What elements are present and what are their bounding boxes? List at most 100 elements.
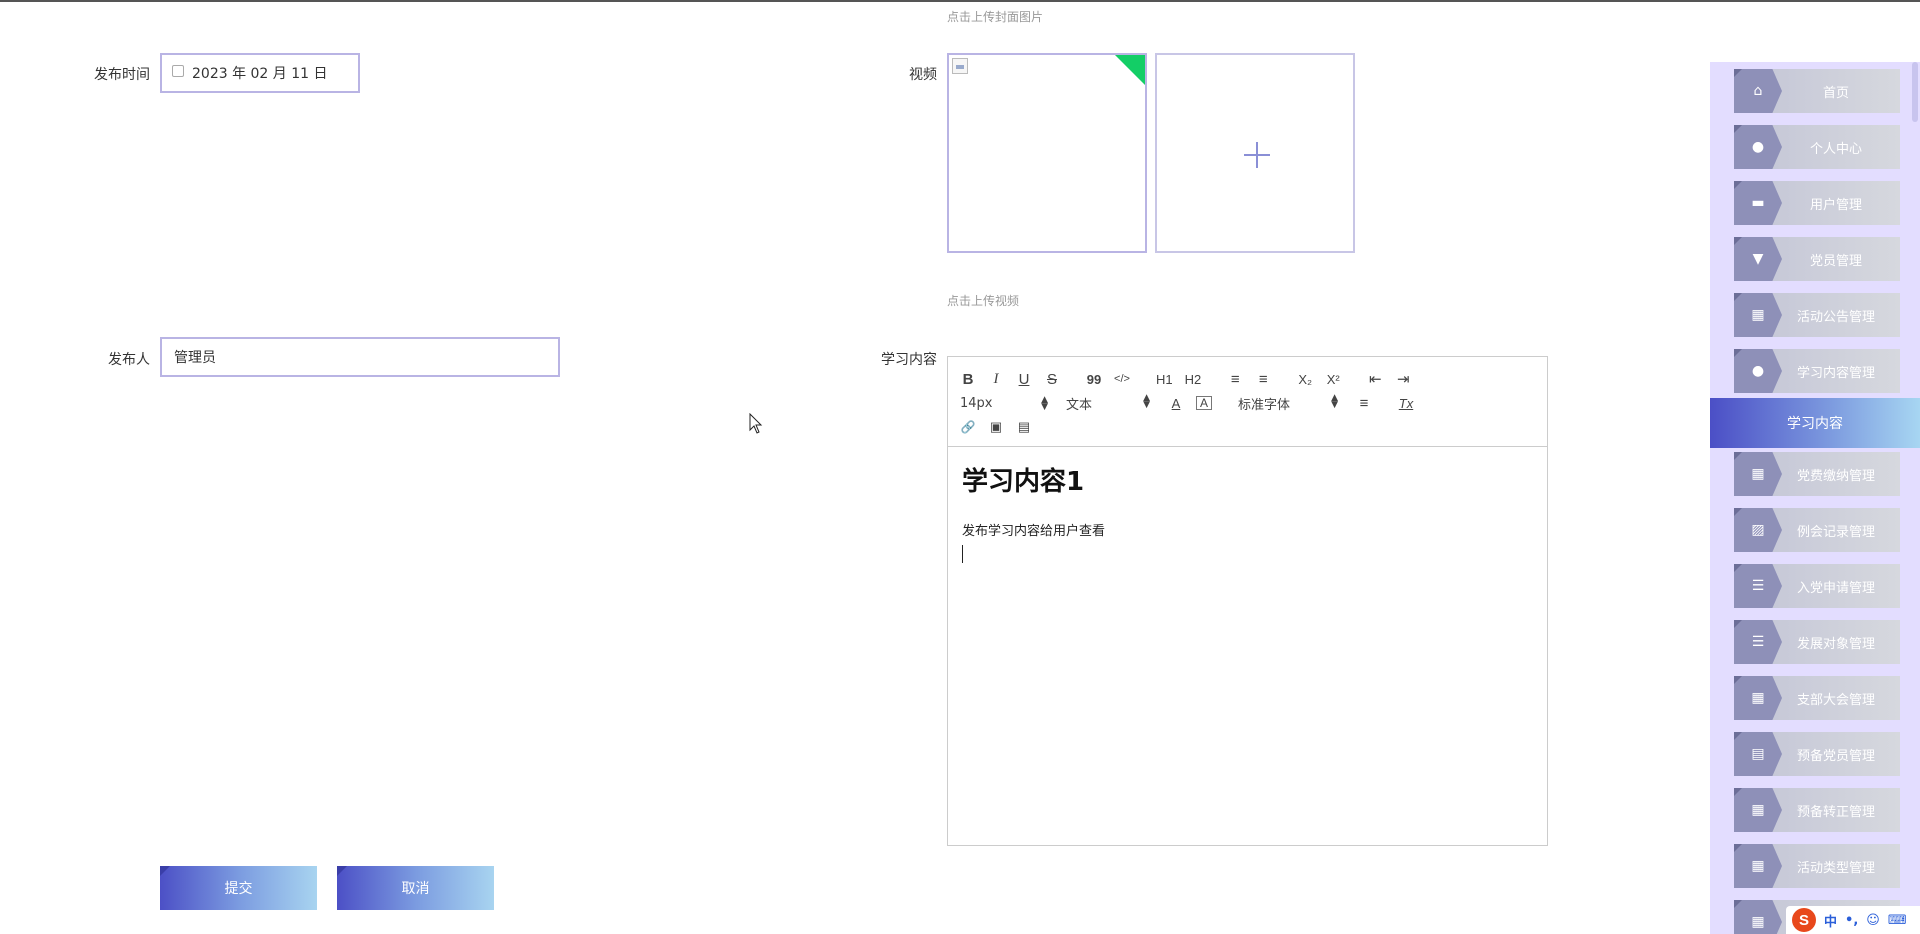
grid-icon: ▦ <box>1751 307 1765 323</box>
font-family-select[interactable]: 标准字体 ▲ ▼ <box>1238 392 1338 413</box>
sidebar-item-label: 个人中心 <box>1809 141 1862 157</box>
rich-text-editor[interactable]: B I U S 99 </> H1 H2 ≡ ≡ X₂ X² ⇤ ⇥ 14px ▲… <box>947 356 1548 846</box>
ime-emoji-icon[interactable]: ☺ <box>1866 913 1880 928</box>
bold-button[interactable]: B <box>960 371 976 388</box>
ime-toolbar[interactable]: S 中 •, ☺ ⌨ <box>1786 906 1920 934</box>
blockquote-button[interactable]: 99 <box>1086 372 1102 387</box>
sidebar-item[interactable]: ▦ 党费缴纳管理 <box>1734 452 1900 496</box>
submit-button[interactable]: 提交 <box>160 866 317 910</box>
sidebar-item[interactable]: ▨ 例会记录管理 <box>1734 508 1900 552</box>
content-label: 学习内容 <box>881 352 937 368</box>
font-family-value: 标准字体 <box>1238 397 1291 413</box>
sidebar-icon-wrap: ☰ <box>1734 620 1782 664</box>
link-button[interactable]: 🔗 <box>960 420 976 434</box>
editor-content[interactable]: 学习内容1 发布学习内容给用户查看 <box>948 447 1547 577</box>
content-heading: 学习内容1 <box>962 467 1085 497</box>
sidebar-item[interactable]: ☰ 入党申请管理 <box>1734 564 1900 608</box>
home-icon: ⌂ <box>1753 83 1763 99</box>
publish-time-value: 2023 年 02 月 11 日 <box>192 66 328 82</box>
sidebar-item[interactable]: ▤ 预备党员管理 <box>1734 732 1900 776</box>
cover-upload-hint: 点击上传封面图片 <box>947 10 1044 24</box>
editor-toolbar: B I U S 99 </> H1 H2 ≡ ≡ X₂ X² ⇤ ⇥ 14px ▲… <box>948 357 1547 447</box>
sidebar-item-label: 党费缴纳管理 <box>1796 468 1875 484</box>
h2-button[interactable]: H2 <box>1185 372 1202 387</box>
select-arrows-icon: ▲ ▼ <box>1041 394 1048 412</box>
sidebar-scrollbar[interactable] <box>1910 62 1920 934</box>
sidebar-item[interactable]: ☰ 发展对象管理 <box>1734 620 1900 664</box>
h1-button[interactable]: H1 <box>1156 372 1173 387</box>
text-color-button[interactable]: A <box>1168 396 1184 411</box>
select-arrows-icon: ▲ ▼ <box>1143 392 1150 410</box>
bullet-list-button[interactable]: ≡ <box>1255 371 1271 388</box>
text-style-select[interactable]: 文本 ▲ ▼ <box>1066 392 1150 413</box>
sidebar-item-label: 发展对象管理 <box>1796 636 1875 652</box>
video-upload-hint: 点击上传视频 <box>947 294 1020 308</box>
sidebar-item[interactable]: ⌂ 首页 <box>1734 69 1900 113</box>
sidebar-icon-wrap: ▦ <box>1734 844 1782 888</box>
publish-time-picker[interactable]: 2023 年 02 月 11 日 <box>160 53 360 93</box>
video-upload-button[interactable] <box>1155 53 1355 253</box>
sidebar-item[interactable]: ▦ 活动公告管理 <box>1734 293 1900 337</box>
sidebar-item-label: 学习内容管理 <box>1796 365 1875 381</box>
video-preview[interactable] <box>947 53 1147 253</box>
sidebar-icon-wrap: ☰ <box>1734 564 1782 608</box>
align-button[interactable]: ≡ <box>1356 395 1372 412</box>
sidebar-item-label: 预备党员管理 <box>1796 748 1875 764</box>
subscript-button[interactable]: X₂ <box>1297 372 1313 387</box>
sidebar-item-active[interactable]: 学习内容 <box>1710 398 1920 448</box>
clipboard-icon: ▤ <box>1751 746 1765 762</box>
indent-button[interactable]: ⇥ <box>1395 370 1411 388</box>
outdent-button[interactable]: ⇤ <box>1367 370 1383 388</box>
content-paragraph: 发布学习内容给用户查看 <box>962 524 1106 539</box>
cancel-button[interactable]: 取消 <box>337 866 494 910</box>
sidebar-icon-wrap: ⌂ <box>1734 69 1782 113</box>
sidebar-icon-wrap: ▦ <box>1734 452 1782 496</box>
ime-punctuation-toggle[interactable]: •, <box>1845 913 1858 928</box>
sidebar-item[interactable]: ▦ 支部大会管理 <box>1734 676 1900 720</box>
strike-button[interactable]: S <box>1044 371 1060 388</box>
superscript-button[interactable]: X² <box>1325 372 1341 387</box>
grid-icon: ▦ <box>1751 914 1765 930</box>
sidebar-icon-wrap: ▬ <box>1734 181 1782 225</box>
sidebar-icon-wrap: ▦ <box>1734 900 1782 934</box>
sidebar-item[interactable]: ▦ 活动类型管理 <box>1734 844 1900 888</box>
underline-button[interactable]: U <box>1016 371 1032 388</box>
font-size-select[interactable]: 14px ▲ ▼ <box>960 394 1048 412</box>
ime-language-toggle[interactable]: 中 <box>1824 911 1837 930</box>
sidebar-item-label: 首页 <box>1822 85 1849 101</box>
list-icon: ☰ <box>1751 634 1765 650</box>
ordered-list-button[interactable]: ≡ <box>1227 371 1243 388</box>
uploaded-check-icon <box>1115 55 1145 85</box>
sidebar-icon-wrap: ▨ <box>1734 508 1782 552</box>
scrollbar-thumb[interactable] <box>1912 62 1918 122</box>
clean-format-button[interactable]: Tx <box>1398 396 1414 411</box>
sidebar-icon-wrap: ▦ <box>1734 788 1782 832</box>
sidebar-item[interactable]: ● 个人中心 <box>1734 125 1900 169</box>
sogou-logo-icon[interactable]: S <box>1792 908 1816 932</box>
video-button[interactable]: ▤ <box>1016 419 1032 435</box>
sidebar-icon-wrap: ▤ <box>1734 732 1782 776</box>
italic-button[interactable]: I <box>988 371 1004 388</box>
sidebar-item[interactable]: ▬ 用户管理 <box>1734 181 1900 225</box>
publisher-input[interactable]: 管理员 <box>160 337 560 377</box>
sidebar-icon-wrap: ● <box>1734 349 1782 393</box>
top-border <box>0 0 1920 2</box>
grid-icon: ▦ <box>1751 690 1765 706</box>
sidebar-icon-wrap: ● <box>1734 125 1782 169</box>
sidebar-item-label: 党员管理 <box>1809 253 1862 269</box>
chart-icon: ▨ <box>1751 522 1765 538</box>
code-button[interactable]: </> <box>1114 373 1130 385</box>
publish-time-label: 发布时间 <box>94 67 150 83</box>
plus-icon-vertical <box>1256 142 1258 168</box>
image-button[interactable]: ▣ <box>988 419 1004 435</box>
sidebar-item-label: 活动类型管理 <box>1796 860 1875 876</box>
sidebar-item[interactable]: ● 学习内容管理 <box>1734 349 1900 393</box>
select-arrows-icon: ▲ ▼ <box>1331 392 1338 410</box>
sidebar-item[interactable]: ▦ 预备转正管理 <box>1734 788 1900 832</box>
calendar-icon <box>172 65 184 77</box>
background-color-button[interactable]: A <box>1196 396 1212 410</box>
grid-icon: ▦ <box>1751 858 1765 874</box>
sidebar-item[interactable]: ▼ 党员管理 <box>1734 237 1900 281</box>
font-size-value: 14px <box>960 395 993 411</box>
ime-keyboard-icon[interactable]: ⌨ <box>1888 913 1907 928</box>
